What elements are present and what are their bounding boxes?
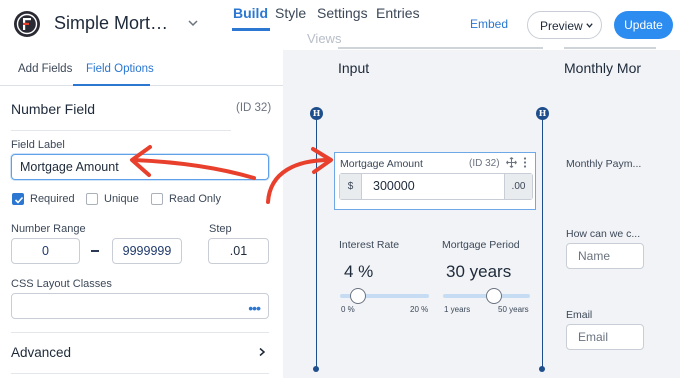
column-guide	[316, 119, 317, 370]
interest-rate-min: 0 %	[341, 305, 355, 314]
tab-build[interactable]: Build	[233, 5, 268, 21]
app-logo[interactable]	[14, 11, 40, 37]
field-label-input[interactable]	[11, 154, 269, 180]
name-input[interactable]: Name	[566, 243, 644, 269]
field-label: Mortgage Amount	[340, 158, 423, 170]
mortgage-period-min: 1 years	[444, 305, 471, 314]
mortgage-period-max: 50 years	[498, 305, 529, 314]
range-min-input[interactable]	[11, 238, 80, 264]
range-separator	[91, 250, 99, 252]
sidebar-tabs: Add Fields Field Options	[0, 50, 283, 86]
selected-field-mortgage-amount[interactable]: Mortgage Amount (ID 32) $ 300000 .00	[334, 152, 536, 210]
divider	[11, 130, 231, 131]
field-label-caption: Field Label	[11, 139, 65, 151]
column-marker-icon[interactable]: H	[536, 107, 549, 120]
chevron-down-icon[interactable]	[186, 16, 200, 30]
more-options-icon[interactable]: •••	[248, 300, 261, 316]
column-top-border	[338, 47, 543, 49]
column-guide	[542, 119, 543, 370]
read-only-label: Read Only	[169, 193, 221, 205]
mortgage-amount-input[interactable]: $ 300000 .00	[339, 173, 533, 200]
tab-settings[interactable]: Settings	[317, 5, 368, 21]
monthly-payment-label: Monthly Paym...	[566, 158, 642, 170]
column-guide-end	[313, 366, 319, 372]
number-range-caption: Number Range	[11, 223, 86, 235]
column-title-monthly: Monthly Mor	[564, 60, 642, 76]
step-caption: Step	[209, 223, 232, 235]
step-input[interactable]	[208, 238, 269, 264]
form-title[interactable]: Simple Mortgag...	[54, 13, 176, 34]
field-options-sidebar: Add Fields Field Options Number Field (I…	[0, 50, 283, 378]
css-classes-input[interactable]: •••	[11, 293, 269, 319]
advanced-section-toggle[interactable]: Advanced	[11, 345, 71, 360]
tab-entries[interactable]: Entries	[376, 5, 420, 21]
divider	[11, 332, 269, 333]
chevron-down-icon	[586, 23, 593, 28]
unique-checkbox[interactable]	[86, 193, 98, 205]
interest-rate-label: Interest Rate	[339, 239, 400, 251]
contact-label: How can we c...	[566, 228, 641, 240]
divider	[11, 373, 269, 374]
active-tab-indicator	[73, 84, 150, 86]
unique-label: Unique	[104, 193, 139, 205]
decimal-suffix: .00	[504, 174, 532, 199]
update-button[interactable]: Update	[614, 11, 673, 39]
chevron-right-icon[interactable]	[257, 347, 267, 357]
email-input[interactable]: Email	[566, 324, 644, 350]
active-tab-indicator	[232, 28, 270, 31]
column-marker-icon[interactable]: H	[310, 107, 323, 120]
top-bar: Simple Mortgag... Build Style Settings E…	[0, 0, 680, 50]
interest-rate-max: 20 %	[410, 305, 429, 314]
checkmark-icon	[14, 196, 24, 204]
preview-label: Preview	[540, 19, 583, 33]
tab-add-fields[interactable]: Add Fields	[18, 63, 72, 75]
required-label: Required	[30, 193, 75, 205]
css-classes-caption: CSS Layout Classes	[11, 278, 112, 290]
interest-rate-value: 4 %	[344, 262, 374, 281]
section-title: Number Field	[11, 101, 96, 117]
tab-field-options[interactable]: Field Options	[86, 63, 154, 75]
interest-rate-slider-handle[interactable]	[349, 288, 366, 304]
field-id: (ID 32)	[236, 102, 272, 114]
embed-button[interactable]: Embed	[470, 17, 508, 31]
mortgage-period-value: 30 years	[446, 262, 512, 281]
preview-button[interactable]: Preview	[527, 11, 602, 39]
email-label: Email	[566, 309, 593, 321]
currency-prefix: $	[340, 174, 362, 199]
column-top-border	[564, 47, 656, 49]
tab-style[interactable]: Style	[275, 5, 306, 21]
mortgage-amount-value: 300000	[373, 179, 415, 193]
tab-views[interactable]: Views	[307, 31, 341, 46]
more-vertical-icon[interactable]	[523, 157, 527, 168]
column-guide-end	[539, 366, 545, 372]
read-only-checkbox[interactable]	[151, 193, 163, 205]
range-max-input[interactable]	[112, 238, 182, 264]
move-icon[interactable]	[506, 157, 517, 168]
mortgage-period-label: Mortgage Period	[442, 239, 520, 251]
field-id: (ID 32)	[469, 158, 500, 169]
column-title-input: Input	[338, 60, 370, 76]
required-checkbox[interactable]	[12, 193, 24, 205]
